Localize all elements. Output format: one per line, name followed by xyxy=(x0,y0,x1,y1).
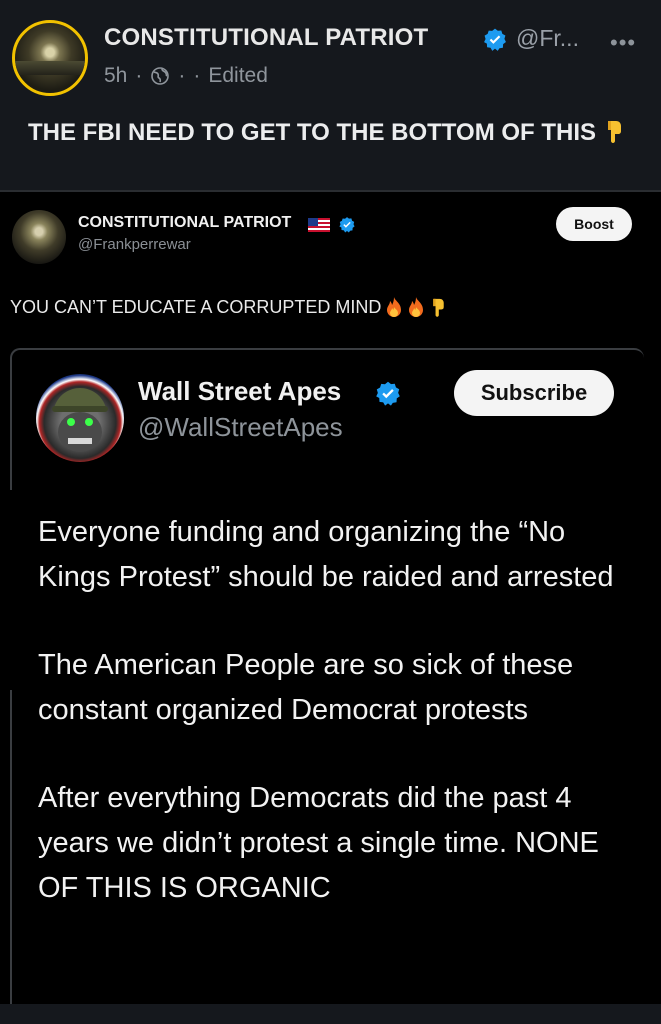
subscribe-button: Subscribe xyxy=(454,370,614,416)
post-text-content: THE FBI NEED TO GET TO THE BOTTOM OF THI… xyxy=(28,119,597,146)
pointing-down-emoji xyxy=(429,296,447,318)
embed-caption: YOU CAN’T EDUCATE A CORRUPTED MIND xyxy=(10,296,447,318)
author-avatar[interactable] xyxy=(12,20,88,96)
verified-badge-icon xyxy=(339,217,355,233)
embed-caption-text: YOU CAN’T EDUCATE A CORRUPTED MIND xyxy=(10,296,382,317)
quote-body: Everyone funding and organizing the “No … xyxy=(38,510,638,954)
verified-badge-icon xyxy=(484,28,506,51)
us-flag-icon xyxy=(308,218,330,232)
embed-author-name: CONSTITUTIONAL PATRIOT xyxy=(78,214,292,231)
meta-separator: · xyxy=(135,64,143,87)
author-handle[interactable]: @Fr... xyxy=(516,25,579,52)
embedded-image[interactable]: CONSTITUTIONAL PATRIOT @Frankperrewar Bo… xyxy=(0,192,661,1004)
fire-emoji xyxy=(407,296,425,318)
meta-separator: · xyxy=(178,64,186,87)
post-header: CONSTITUTIONAL PATRIOT @Fr... ••• 5h · ·… xyxy=(0,0,661,110)
post-time: 5h xyxy=(104,64,128,87)
verified-badge-icon xyxy=(376,381,400,406)
embed-author-handle: @Frankperrewar xyxy=(78,236,191,253)
meta-separator: · xyxy=(193,64,201,87)
quote-paragraph: Everyone funding and organizing the “No … xyxy=(38,516,614,593)
quote-author-handle: @WallStreetApes xyxy=(138,412,343,442)
globe-icon xyxy=(151,67,170,85)
author-name[interactable]: CONSTITUTIONAL PATRIOT xyxy=(104,24,428,52)
post-meta: 5h · · · Edited xyxy=(104,64,268,88)
fire-emoji xyxy=(385,296,403,318)
post-text: THE FBI NEED TO GET TO THE BOTTOM OF THI… xyxy=(28,116,628,150)
quote-author-avatar xyxy=(36,374,124,462)
more-options-icon[interactable]: ••• xyxy=(610,30,636,56)
embed-author-avatar xyxy=(12,210,66,264)
quote-author-name: Wall Street Apes xyxy=(138,376,342,406)
pointing-down-emoji xyxy=(603,119,625,143)
quote-paragraph: After everything Democrats did the past … xyxy=(38,782,599,904)
quoted-post-card: Wall Street Apes @WallStreetApes Subscri… xyxy=(10,348,644,1004)
quote-paragraph: The American People are so sick of these… xyxy=(38,649,574,726)
boost-button: Boost xyxy=(556,207,632,241)
bottom-strip xyxy=(0,1004,661,1024)
edited-label[interactable]: Edited xyxy=(208,64,268,88)
